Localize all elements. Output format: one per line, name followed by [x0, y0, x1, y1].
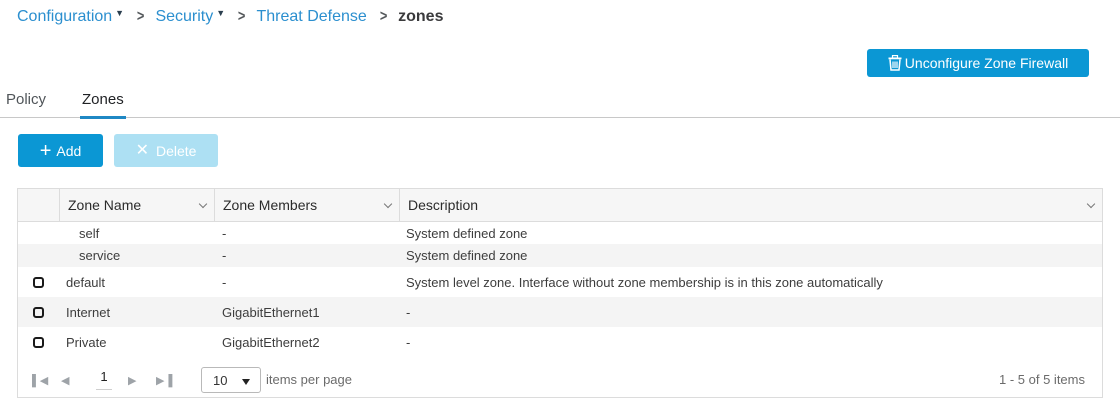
description-cell: - — [406, 304, 411, 320]
caret-down-icon: ▼ — [216, 8, 226, 18]
chevron-down-icon[interactable] — [383, 199, 393, 209]
tab-zones[interactable]: Zones — [80, 91, 126, 119]
row-checkbox[interactable] — [33, 307, 44, 318]
row-checkbox[interactable] — [33, 337, 44, 348]
next-page-icon[interactable]: ▶ — [128, 374, 136, 387]
breadcrumb-security-label: Security — [155, 8, 214, 25]
unconfigure-label: Unconfigure Zone Firewall — [904, 55, 1069, 71]
column-header-description[interactable]: Description — [399, 189, 1102, 221]
description-cell: - — [406, 334, 411, 350]
breadcrumb-security[interactable]: Security ▼ — [155, 8, 225, 26]
description-cell: System level zone. Interface without zon… — [406, 274, 883, 290]
description-cell: System defined zone — [406, 225, 528, 241]
zones-table: Zone Name Zone Members Description self … — [17, 188, 1103, 398]
breadcrumb-separator: > — [137, 8, 145, 25]
zone-members-cell: - — [222, 248, 227, 263]
column-header-label: Zone Name — [68, 197, 142, 213]
tab-bar: Policy Zones — [0, 84, 1120, 119]
column-header-zone-members[interactable]: Zone Members — [214, 189, 399, 221]
zone-name-cell: Internet — [66, 304, 111, 320]
breadcrumb-threat-defense[interactable]: Threat Defense — [257, 8, 367, 26]
page-size-value: 10 — [213, 372, 228, 388]
zone-name-cell: self — [79, 225, 100, 241]
zone-members-cell: GigabitEthernet1 — [222, 304, 320, 320]
page-number[interactable]: 1 — [96, 370, 112, 390]
column-header-zone-name[interactable]: Zone Name — [59, 189, 214, 221]
zone-name-cell: Private — [66, 334, 107, 350]
breadcrumb-separator: > — [238, 8, 246, 25]
row-checkbox[interactable] — [33, 277, 44, 288]
table-row[interactable]: default - System level zone. Interface w… — [18, 267, 1102, 297]
delete-button: ✕ Delete — [114, 134, 218, 167]
table-row: service - System defined zone — [18, 244, 1102, 267]
table-row[interactable]: Private GigabitEthernet2 - — [18, 327, 1102, 357]
table-header: Zone Name Zone Members Description — [18, 189, 1102, 222]
delete-label: Delete — [155, 142, 197, 159]
column-header-label: Description — [408, 197, 479, 213]
zone-members-cell: GigabitEthernet2 — [222, 334, 320, 350]
column-header-label: Zone Members — [223, 197, 318, 213]
caret-down-icon — [242, 379, 250, 385]
chevron-down-icon[interactable] — [198, 199, 208, 209]
breadcrumb-current: zones — [398, 8, 444, 25]
description-cell: System defined zone — [406, 248, 528, 263]
breadcrumb-configuration[interactable]: Configuration ▼ — [17, 8, 124, 26]
add-button[interactable]: + Add — [18, 134, 103, 167]
chevron-down-icon[interactable] — [1086, 199, 1096, 209]
zone-members-cell: - — [222, 274, 227, 290]
tab-policy[interactable]: Policy — [6, 91, 46, 117]
items-count: 1 - 5 of 5 items — [999, 372, 1085, 387]
zone-name-cell: default — [66, 274, 106, 290]
breadcrumb-configuration-label: Configuration — [17, 8, 113, 25]
breadcrumb: Configuration ▼ > Security ▼ > Threat De… — [17, 7, 443, 27]
last-page-icon[interactable]: ▶▐ — [156, 374, 172, 387]
table-row: self - System defined zone — [18, 222, 1102, 244]
previous-page-icon[interactable]: ◀ — [61, 374, 69, 387]
pagination: ▌◀ ◀ 1 ▶ ▶▐ 10 items per page 1 - 5 of 5… — [18, 364, 1102, 398]
plus-icon: + — [39, 139, 52, 162]
items-per-page-label: items per page — [266, 372, 352, 387]
unconfigure-zone-firewall-button[interactable]: Unconfigure Zone Firewall — [867, 49, 1089, 77]
page-size-select[interactable]: 10 — [201, 367, 261, 393]
close-icon: ✕ — [135, 141, 149, 159]
first-page-icon[interactable]: ▌◀ — [32, 374, 48, 387]
caret-down-icon: ▼ — [115, 8, 125, 18]
table-row[interactable]: Internet GigabitEthernet1 - — [18, 297, 1102, 327]
trash-icon — [888, 55, 902, 71]
add-label: Add — [56, 142, 82, 159]
breadcrumb-threat-defense-label: Threat Defense — [256, 8, 367, 25]
zone-members-cell: - — [222, 225, 227, 241]
breadcrumb-separator: > — [379, 8, 388, 25]
zone-name-cell: service — [79, 248, 121, 263]
